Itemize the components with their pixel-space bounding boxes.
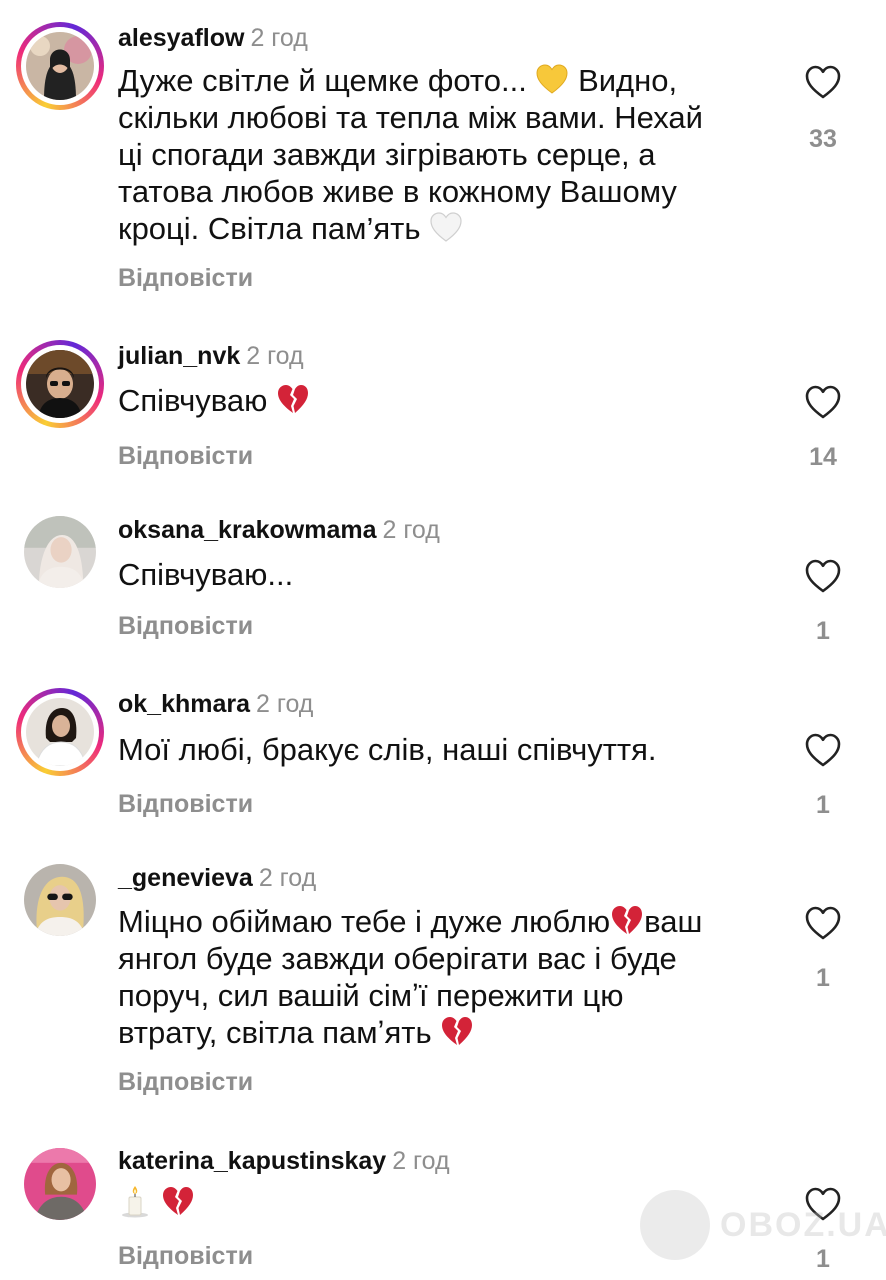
like-count: 1	[816, 791, 830, 819]
username[interactable]: julian_nvk	[118, 342, 240, 370]
broken-heart-icon	[161, 1184, 195, 1218]
avatar[interactable]	[16, 856, 104, 944]
like-count: 33	[809, 125, 837, 153]
like-heart-icon[interactable]	[804, 558, 842, 594]
avatar[interactable]	[16, 22, 104, 110]
reply-button[interactable]: Відповісти	[118, 1067, 253, 1097]
avatar[interactable]	[16, 688, 104, 776]
comment-text-line: татова любов живе в кожному Вашому	[118, 174, 677, 209]
watermark-text: OBOZ.UA	[720, 1206, 886, 1244]
avatar-photo-icon	[24, 516, 96, 588]
timestamp: 2 год	[246, 342, 304, 370]
username[interactable]: _genevieva	[118, 864, 253, 892]
comment-meta: alesyaflow 2 год	[118, 23, 308, 53]
username[interactable]: katerina_kapustinskay	[118, 1147, 386, 1175]
timestamp: 2 год	[256, 690, 314, 718]
comment-text-line: Мої любі, бракує слів, наші співчуття.	[118, 732, 657, 767]
reply-button[interactable]: Відповісти	[118, 1241, 253, 1271]
comment-meta: _genevieva 2 год	[118, 863, 316, 893]
comment-text-line: Співчуваю	[118, 383, 277, 418]
username[interactable]: ok_khmara	[118, 690, 250, 718]
comment-text-line	[152, 1185, 161, 1220]
avatar-photo-icon	[24, 864, 96, 936]
comment-text-line: скільки любові та тепла між вами. Нехай	[118, 100, 703, 135]
timestamp: 2 год	[258, 864, 317, 892]
comment-text: Міцно обіймаю тебе і дуже люблю ваш янгол…	[118, 903, 758, 1051]
yellow-heart-icon	[535, 62, 569, 96]
avatar-photo-icon	[26, 350, 94, 418]
like-heart-icon[interactable]	[804, 732, 842, 768]
username[interactable]: alesyaflow	[118, 24, 244, 52]
comment-text: Співчуваю...	[118, 556, 758, 593]
comment-meta: katerina_kapustinskay 2 год	[118, 1146, 450, 1176]
comment-text: Співчуваю	[118, 382, 758, 419]
reply-button[interactable]: Відповісти	[118, 611, 253, 641]
like-heart-icon[interactable]	[804, 64, 842, 100]
comment-text-line: ваш	[644, 904, 703, 939]
avatar-photo-icon	[26, 698, 94, 766]
comment-text: Дуже світле й щемке фото... Видно, скіль…	[118, 62, 758, 247]
comment-text-line: поруч, сил вашій сімʼї пережити цю	[118, 978, 624, 1013]
broken-heart-icon	[276, 382, 310, 416]
timestamp: 2 год	[392, 1147, 450, 1175]
like-heart-icon[interactable]	[804, 384, 842, 420]
avatar[interactable]	[16, 340, 104, 428]
comment-text-line: ці спогади завжди зігрівають серце, а	[118, 137, 656, 172]
like-count: 1	[816, 964, 830, 992]
reply-button[interactable]: Відповісти	[118, 441, 253, 471]
timestamp: 2 год	[250, 24, 308, 52]
broken-heart-icon	[440, 1014, 474, 1048]
avatar-photo-icon	[24, 1148, 96, 1220]
avatar-photo-icon	[26, 32, 94, 100]
comment-text-line: Дуже світле й щемке фото...	[118, 63, 536, 98]
comment-text-line: Видно,	[569, 63, 678, 98]
comment-text: Мої любі, бракує слів, наші співчуття.	[118, 731, 758, 768]
comment-text-line: втрату, світла памʼять	[118, 1015, 441, 1050]
comment-text-line: кроці. Світла пам’ять	[118, 211, 430, 246]
avatar[interactable]	[16, 508, 104, 596]
like-heart-icon[interactable]	[804, 905, 842, 941]
avatar[interactable]	[16, 1140, 104, 1228]
reply-button[interactable]: Відповісти	[118, 789, 253, 819]
reply-button[interactable]: Відповісти	[118, 263, 253, 293]
like-count: 14	[809, 443, 837, 471]
white-heart-icon	[429, 210, 463, 244]
comment-text-line: Міцно обіймаю тебе і дуже люблю	[118, 904, 611, 939]
comment-meta: ok_khmara 2 год	[118, 689, 313, 719]
like-count: 1	[816, 617, 830, 645]
timestamp: 2 год	[382, 516, 440, 544]
watermark: OBOZ.UA	[640, 1188, 886, 1264]
candle-icon	[118, 1184, 152, 1218]
username[interactable]: oksana_krakowmama	[118, 516, 376, 544]
comment-text-line: Співчуваю...	[118, 557, 294, 592]
comment-meta: oksana_krakowmama 2 год	[118, 515, 440, 545]
watermark-logo-icon	[640, 1190, 710, 1260]
comment-text-line: янгол буде завжди оберігати вас і буде	[118, 941, 677, 976]
broken-heart-icon	[610, 903, 644, 937]
comment-meta: julian_nvk 2 год	[118, 341, 304, 371]
